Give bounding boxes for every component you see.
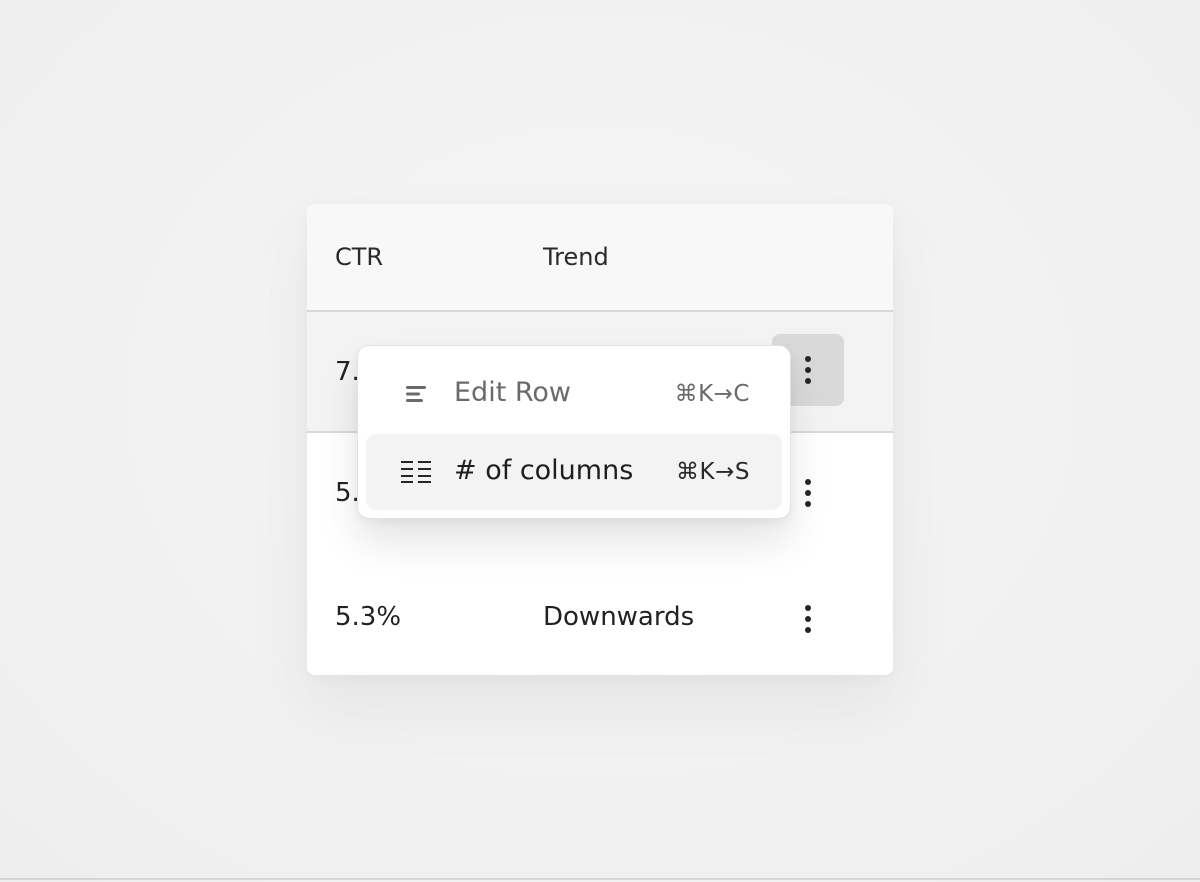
column-header-trend[interactable]: Trend bbox=[543, 242, 609, 272]
trend-cell: Downwards bbox=[543, 602, 695, 632]
table-row[interactable]: 5.3% Downwards bbox=[307, 555, 893, 675]
menu-item-label: # of columns bbox=[454, 455, 634, 486]
menu-item-number-of-columns[interactable]: # of columns ⌘K→S bbox=[366, 434, 782, 510]
canvas: CTR Trend 7. 5. 5.3% Downwards Edit Row … bbox=[0, 0, 1200, 882]
row-actions-button[interactable] bbox=[772, 583, 844, 655]
more-vertical-icon bbox=[805, 479, 811, 507]
divider bbox=[0, 878, 1200, 880]
columns-list-icon bbox=[401, 461, 431, 483]
keyboard-shortcut: ⌘K→S bbox=[676, 459, 750, 485]
keyboard-shortcut: ⌘K→C bbox=[674, 381, 750, 407]
menu-item-edit-row[interactable]: Edit Row ⌘K→C bbox=[366, 356, 782, 432]
menu-item-label: Edit Row bbox=[454, 377, 572, 408]
more-vertical-icon bbox=[805, 356, 811, 384]
more-vertical-icon bbox=[805, 605, 811, 633]
table-header: CTR Trend bbox=[307, 204, 893, 312]
row-actions-menu: Edit Row ⌘K→C # of columns ⌘K→S bbox=[357, 345, 791, 519]
ctr-cell: 5.3% bbox=[335, 602, 402, 632]
align-left-icon bbox=[406, 386, 426, 402]
column-header-ctr[interactable]: CTR bbox=[335, 242, 383, 272]
